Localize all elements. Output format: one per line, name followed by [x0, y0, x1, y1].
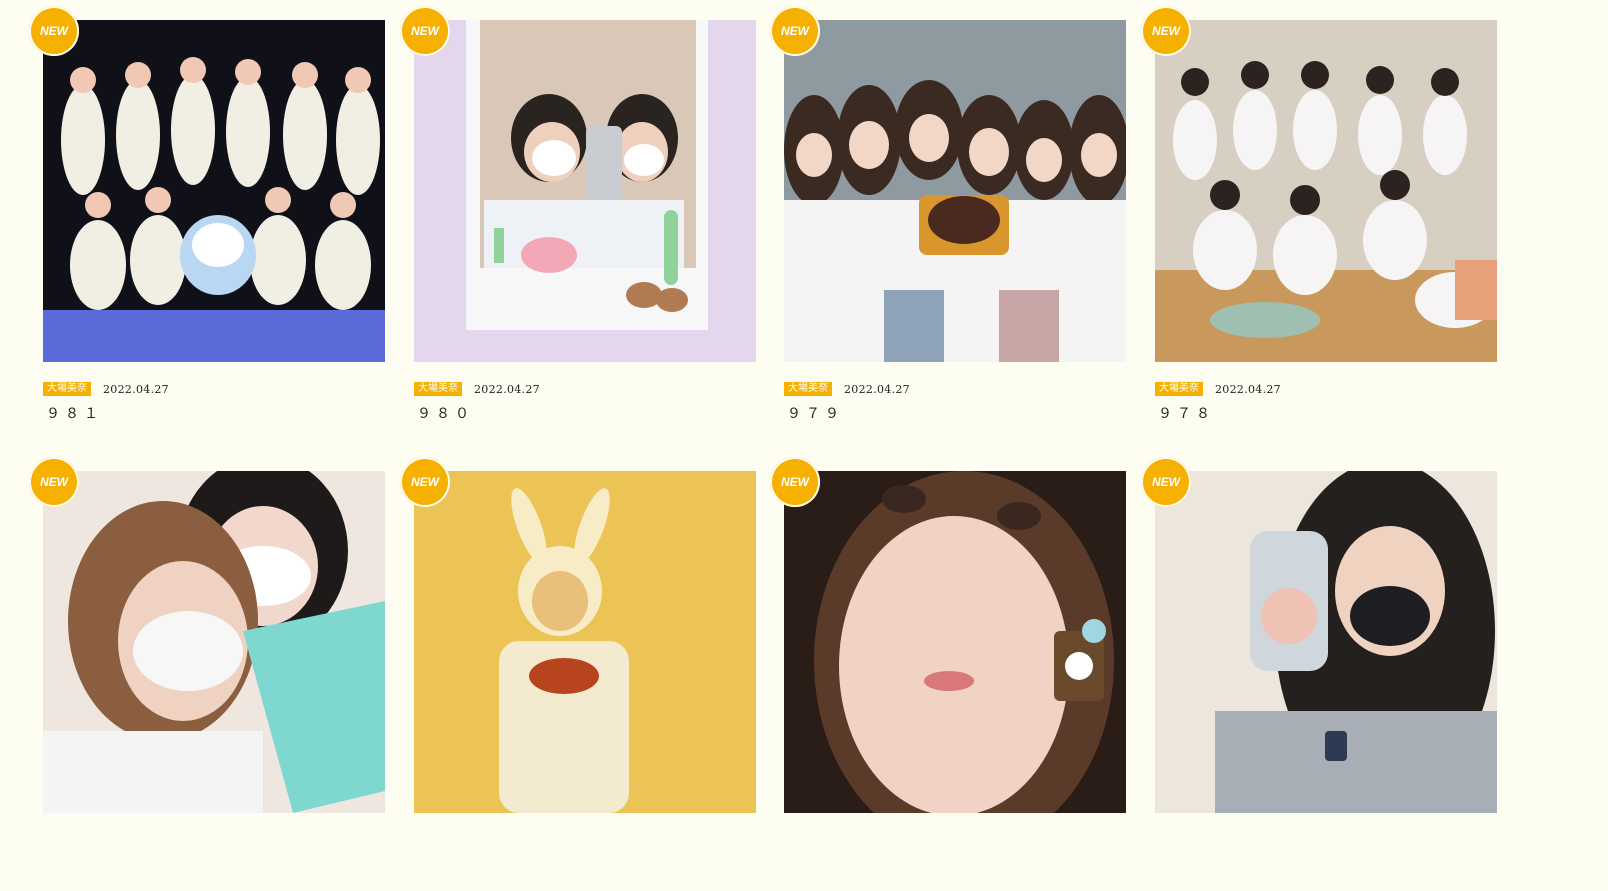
bunny-hat-photo[interactable]	[414, 471, 756, 813]
post-grid: NEW 大場美奈 2022.04.27 ９８１ NEW 大場美奈 2022.04…	[0, 0, 1608, 858]
post-date: 2022.04.27	[474, 382, 540, 396]
member-tag[interactable]: 大場美奈	[784, 382, 832, 396]
new-badge: NEW	[770, 457, 820, 507]
post-meta	[43, 833, 63, 847]
new-badge: NEW	[29, 6, 79, 56]
phone-case-photo[interactable]	[1155, 471, 1497, 813]
post-number[interactable]: ９８０	[417, 403, 474, 423]
birthday-cake-group-photo[interactable]	[784, 20, 1126, 362]
new-badge: NEW	[770, 6, 820, 56]
post-date: 2022.04.27	[844, 382, 910, 396]
member-tag[interactable]: 大場美奈	[43, 382, 91, 396]
member-tag[interactable]: 大場美奈	[1155, 382, 1203, 396]
post-meta: 大場美奈 2022.04.27	[784, 382, 910, 396]
post-card[interactable]: NEW	[1141, 457, 1497, 891]
post-date: 2022.04.27	[1215, 382, 1281, 396]
post-number[interactable]: ９７８	[1158, 403, 1215, 423]
post-meta	[784, 833, 804, 847]
post-meta: 大場美奈 2022.04.27	[1155, 382, 1281, 396]
rehearsal-group-photo[interactable]	[1155, 20, 1497, 362]
new-badge: NEW	[1141, 6, 1191, 56]
new-badge: NEW	[400, 457, 450, 507]
new-badge: NEW	[29, 457, 79, 507]
member-tag[interactable]: 大場美奈	[414, 382, 462, 396]
new-badge: NEW	[400, 6, 450, 56]
post-date: 2022.04.27	[103, 382, 169, 396]
post-meta	[1155, 833, 1175, 847]
post-card[interactable]: NEW	[400, 457, 756, 891]
closeup-face-photo[interactable]	[784, 471, 1126, 813]
post-card[interactable]: NEW	[770, 457, 1126, 891]
post-meta	[414, 833, 434, 847]
post-card[interactable]: NEW	[29, 6, 385, 440]
group-stage-photo[interactable]	[43, 20, 385, 362]
post-number[interactable]: ９８１	[46, 403, 103, 423]
post-card[interactable]: NEW 大場美奈 2022.04.27 ９７８	[1141, 6, 1497, 440]
post-meta: 大場美奈 2022.04.27	[43, 382, 169, 396]
post-card[interactable]: NEW 大場美奈 2022.04.27 ９７９	[770, 6, 1126, 440]
new-badge: NEW	[1141, 457, 1191, 507]
polaroid-selfie-photo[interactable]	[414, 20, 756, 362]
post-meta: 大場美奈 2022.04.27	[414, 382, 540, 396]
masked-selfie-photo[interactable]	[43, 471, 385, 813]
post-card[interactable]: NEW 大場美奈 2022.04.27 ９８０	[400, 6, 756, 440]
post-card[interactable]: NEW	[29, 457, 385, 891]
post-number[interactable]: ９７９	[787, 403, 844, 423]
